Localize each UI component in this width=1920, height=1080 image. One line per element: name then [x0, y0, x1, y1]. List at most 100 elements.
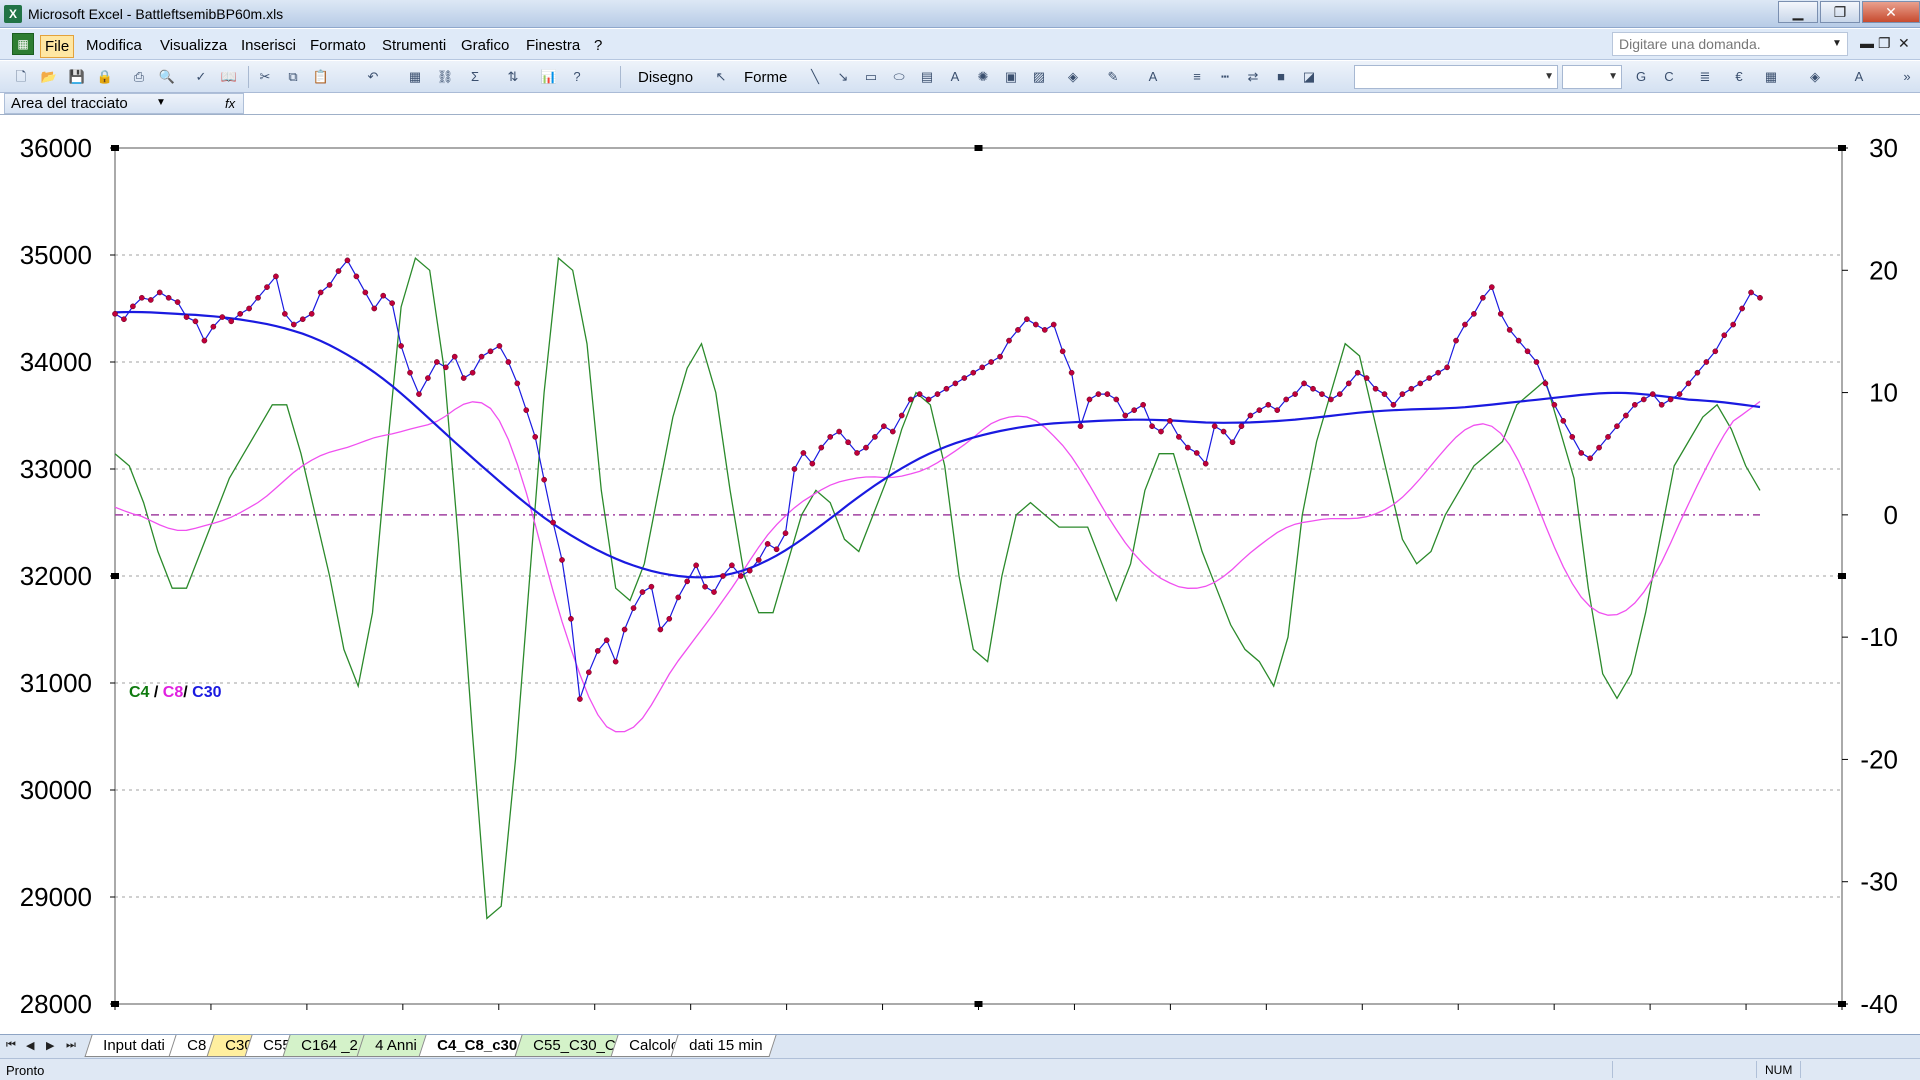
price-point	[147, 297, 154, 303]
textbox-icon[interactable]: ▤	[918, 68, 936, 86]
price-point	[246, 305, 252, 312]
research-icon[interactable]: 📖	[220, 68, 238, 86]
menu-inserisci[interactable]: Inserisci	[237, 35, 300, 56]
doc-restore-button[interactable]: ❐	[1878, 35, 1891, 52]
chart-legend[interactable]: C4 / C8/ C30	[129, 684, 222, 702]
selection-handle[interactable]	[111, 145, 119, 151]
diagram-icon[interactable]: ✺	[974, 68, 992, 86]
wordart-icon[interactable]: A	[946, 68, 964, 86]
font-size-combo[interactable]: ▼	[1562, 65, 1622, 89]
next-sheet-icon[interactable]: ▶	[46, 1039, 54, 1052]
cut-icon[interactable]: ✂	[256, 68, 274, 86]
paste-icon[interactable]: 📋	[312, 68, 330, 86]
price-point	[1032, 321, 1039, 328]
link-icon[interactable]: ⛓	[436, 68, 454, 86]
spelling-icon[interactable]: ✓	[192, 68, 210, 86]
text-color-icon[interactable]: A	[1850, 68, 1868, 86]
select-pointer-icon[interactable]: ↖	[712, 68, 730, 86]
price-point	[523, 407, 530, 413]
euro-icon[interactable]: €	[1730, 68, 1748, 86]
price-point	[1462, 321, 1468, 328]
selection-handle[interactable]	[1838, 573, 1846, 579]
chart[interactable]: 36000 35000 34000 33000 32000 31000 30000 29000…	[0, 116, 1920, 1034]
permission-icon[interactable]: 🔒	[96, 68, 114, 86]
doc-minimize-button[interactable]: ▬	[1860, 35, 1874, 51]
open-icon[interactable]: 📂	[40, 68, 58, 86]
fill-color-icon[interactable]: ◈	[1064, 68, 1082, 86]
price-point	[1301, 380, 1307, 387]
doc-close-button[interactable]: ✕	[1898, 35, 1910, 52]
fx-icon[interactable]: fx	[225, 96, 235, 111]
3d-icon[interactable]: ◪	[1300, 68, 1318, 86]
shadow-icon[interactable]: ■	[1272, 68, 1290, 86]
help-search-input[interactable]: Digitare una domanda.	[1612, 32, 1848, 56]
menu-help[interactable]: ?	[590, 35, 606, 56]
selection-handle[interactable]	[974, 1001, 983, 1007]
menu-finestra[interactable]: Finestra	[522, 35, 584, 56]
menu-file[interactable]: File	[40, 35, 75, 58]
last-sheet-icon[interactable]: ⏭	[66, 1039, 76, 1052]
draw-menu-button[interactable]: Disegno	[638, 69, 693, 86]
first-sheet-icon[interactable]: ⏮	[6, 1039, 16, 1052]
price-point	[1381, 391, 1388, 397]
price-point	[898, 412, 905, 419]
clipart-icon[interactable]: ▣	[1002, 68, 1020, 86]
sheet-tab-0[interactable]: Input dati	[84, 1035, 180, 1057]
font-color-icon[interactable]: A	[1144, 68, 1162, 86]
autosum-icon[interactable]: Σ	[466, 68, 484, 86]
align-icon[interactable]: ≣	[1696, 68, 1714, 86]
toolbar-options-icon[interactable]: »	[1898, 68, 1916, 86]
name-box-dropdown-icon[interactable]: ▼	[156, 97, 166, 108]
name-box[interactable]: Area del tracciato	[4, 93, 244, 114]
price-point	[514, 380, 521, 387]
menu-bar: ▦ File Modifica Visualizza Inserisci For…	[0, 29, 1920, 60]
borders-icon[interactable]: ▦	[1762, 68, 1780, 86]
picture-icon[interactable]: ▨	[1030, 68, 1048, 86]
selection-handle[interactable]	[974, 145, 983, 151]
selection-handle[interactable]	[111, 573, 119, 579]
sort-icon[interactable]: ⇅	[504, 68, 522, 86]
menu-visualizza[interactable]: Visualizza	[156, 35, 231, 56]
price-point	[827, 434, 834, 440]
dash-style-icon[interactable]: ┅	[1216, 68, 1234, 86]
copy-icon[interactable]: ⧉	[284, 68, 302, 86]
sheet-tab-9[interactable]: dati 15 min	[670, 1035, 777, 1057]
help-dropdown-icon[interactable]: ▼	[1832, 38, 1842, 49]
line-style-icon[interactable]: ≡	[1188, 68, 1206, 86]
shapes-menu-button[interactable]: Forme	[744, 69, 787, 86]
print-icon[interactable]: ⎙	[130, 68, 148, 86]
chart-area[interactable]: 36000 35000 34000 33000 32000 31000 30000 29000…	[0, 116, 1920, 1034]
menu-strumenti[interactable]: Strumenti	[378, 35, 450, 56]
arrow-style-icon[interactable]: ⇄	[1244, 68, 1262, 86]
save-icon[interactable]: 💾	[68, 68, 86, 86]
oval-icon[interactable]: ⬭	[890, 68, 908, 86]
close-button[interactable]: ✕	[1862, 1, 1920, 23]
minimize-button[interactable]: ▁	[1778, 1, 1818, 23]
menu-grafico[interactable]: Grafico	[457, 35, 513, 56]
insert-chart-icon[interactable]: ▦	[406, 68, 424, 86]
selection-handle[interactable]	[111, 1001, 119, 1007]
prev-sheet-icon[interactable]: ◀	[26, 1039, 34, 1052]
workbook-icon[interactable]: ▦	[12, 33, 34, 55]
fill-bucket-icon[interactable]: ◈	[1806, 68, 1824, 86]
menu-formato[interactable]: Formato	[306, 35, 370, 56]
sheet-tab-label: C8	[187, 1037, 207, 1054]
bold-icon[interactable]: G	[1632, 68, 1650, 86]
undo-icon[interactable]: ↶	[364, 68, 382, 86]
help-icon[interactable]: ?	[568, 68, 586, 86]
arrow-icon[interactable]: ↘	[834, 68, 852, 86]
italic-icon[interactable]: C	[1660, 68, 1678, 86]
maximize-button[interactable]: ❐	[1820, 1, 1860, 23]
selection-handle[interactable]	[1838, 1001, 1846, 1007]
price-point	[1265, 401, 1272, 408]
menu-modifica[interactable]: Modifica	[82, 35, 146, 56]
chart-wizard-icon[interactable]: 📊	[540, 68, 558, 86]
rectangle-icon[interactable]: ▭	[862, 68, 880, 86]
excel-app-icon[interactable]: X	[4, 5, 22, 23]
new-icon[interactable]: 🗋	[12, 68, 30, 86]
line-icon[interactable]: ╲	[806, 68, 824, 86]
line-color-icon[interactable]: ✎	[1104, 68, 1122, 86]
print-preview-icon[interactable]: 🔍	[158, 68, 176, 86]
font-name-combo[interactable]: ▼	[1354, 65, 1558, 89]
selection-handle[interactable]	[1838, 145, 1846, 151]
